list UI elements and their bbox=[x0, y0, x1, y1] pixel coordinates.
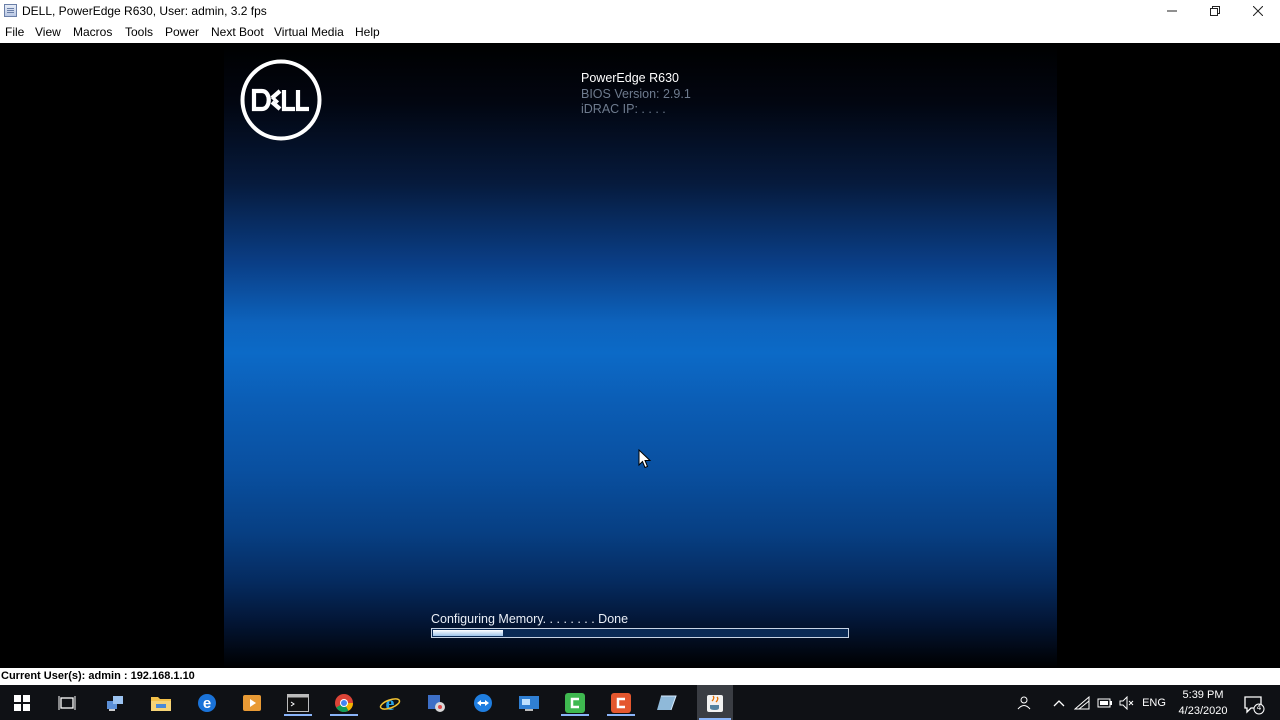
title-bar: DELL, PowerEdge R630, User: admin, 3.2 f… bbox=[0, 0, 1280, 22]
internet-explorer-app[interactable]: e bbox=[374, 690, 406, 716]
chrome-app[interactable] bbox=[328, 690, 360, 716]
svg-text:e: e bbox=[386, 693, 395, 713]
wifi-tray-button[interactable] bbox=[1073, 694, 1091, 712]
teamviewer-app[interactable] bbox=[467, 690, 499, 716]
camtasia-app[interactable] bbox=[559, 690, 591, 716]
network-tool-app[interactable] bbox=[420, 690, 452, 716]
java-app-icon bbox=[4, 4, 17, 17]
command-prompt-app[interactable] bbox=[282, 690, 314, 716]
action-center-button[interactable]: 4 bbox=[1243, 693, 1265, 715]
command-prompt-icon bbox=[287, 694, 309, 712]
wifi-icon bbox=[1074, 696, 1090, 710]
taskbar: e e ENG 5:39 PM 4/23/2020 4 bbox=[0, 685, 1280, 720]
remote-desktop-app[interactable] bbox=[513, 690, 545, 716]
battery-icon bbox=[1097, 698, 1112, 708]
server-model: PowerEdge R630 bbox=[581, 71, 679, 85]
start-icon bbox=[14, 695, 30, 711]
taskbar-clock[interactable]: 5:39 PM 4/23/2020 bbox=[1168, 687, 1238, 719]
notification-count: 4 bbox=[1256, 703, 1262, 712]
menu-virtual-media[interactable]: Virtual Media bbox=[274, 25, 344, 39]
remote-console[interactable]: PowerEdge R630 BIOS Version: 2.9.1 iDRAC… bbox=[0, 43, 1280, 668]
file-explorer-app[interactable] bbox=[145, 690, 177, 716]
task-view-button[interactable] bbox=[51, 690, 83, 716]
network-tool-icon bbox=[428, 695, 445, 712]
battery-tray-button[interactable] bbox=[1096, 694, 1114, 712]
people-tray-button[interactable] bbox=[1016, 694, 1034, 712]
remote-desktop-icon bbox=[519, 696, 539, 711]
chevron-up-icon bbox=[1053, 700, 1065, 707]
edge-app[interactable]: e bbox=[191, 690, 223, 716]
close-button[interactable] bbox=[1236, 0, 1280, 22]
language-indicator[interactable]: ENG bbox=[1142, 694, 1166, 712]
recorder-icon bbox=[611, 693, 631, 713]
restore-icon bbox=[1210, 6, 1220, 16]
media-player-app[interactable] bbox=[236, 690, 268, 716]
task-view-icon bbox=[58, 696, 76, 710]
volume-tray-button[interactable] bbox=[1118, 694, 1136, 712]
current-users-status: Current User(s): admin : 192.168.1.10 bbox=[1, 670, 195, 682]
menu-next-boot[interactable]: Next Boot bbox=[211, 25, 264, 39]
menu-help[interactable]: Help bbox=[355, 25, 380, 39]
minimize-button[interactable] bbox=[1150, 0, 1194, 22]
status-bar: Current User(s): admin : 192.168.1.10 bbox=[0, 668, 1280, 685]
bios-version: BIOS Version: 2.9.1 bbox=[581, 87, 691, 101]
chrome-icon bbox=[335, 694, 353, 713]
show-hidden-icons-button[interactable] bbox=[1050, 694, 1068, 712]
restore-button[interactable] bbox=[1193, 0, 1237, 22]
clock-date: 4/23/2020 bbox=[1178, 705, 1228, 717]
edge-icon: e bbox=[198, 694, 216, 712]
media-player-icon bbox=[243, 695, 261, 711]
menu-file[interactable]: File bbox=[5, 25, 24, 39]
idrac-ip: iDRAC IP: . . . . bbox=[581, 102, 666, 116]
mouse-cursor-icon bbox=[638, 449, 652, 469]
boot-progress-bar bbox=[431, 628, 849, 638]
menu-bar: File View Macros Tools Power Next Boot V… bbox=[0, 22, 1280, 44]
volume-muted-icon bbox=[1119, 696, 1134, 710]
notepad-icon bbox=[657, 695, 677, 711]
java-icon bbox=[707, 694, 723, 712]
camtasia-icon bbox=[565, 693, 585, 713]
menu-macros[interactable]: Macros bbox=[73, 25, 112, 39]
notepad-app[interactable] bbox=[651, 690, 683, 716]
dell-logo bbox=[240, 59, 322, 141]
boot-progress-fill bbox=[433, 630, 503, 636]
svg-text:e: e bbox=[203, 695, 211, 712]
network-manager-app[interactable] bbox=[99, 690, 131, 716]
start-button[interactable] bbox=[6, 690, 38, 716]
recorder-app[interactable] bbox=[605, 690, 637, 716]
java-viewer-app[interactable] bbox=[697, 685, 733, 720]
clock-time: 5:39 PM bbox=[1182, 689, 1224, 701]
progress-label: Configuring Memory. . . . . . . . Done bbox=[431, 612, 629, 626]
window-title: DELL, PowerEdge R630, User: admin, 3.2 f… bbox=[22, 4, 267, 18]
menu-view[interactable]: View bbox=[35, 25, 61, 39]
minimize-icon bbox=[1167, 10, 1177, 12]
bios-screen[interactable]: PowerEdge R630 BIOS Version: 2.9.1 iDRAC… bbox=[224, 43, 1057, 668]
internet-explorer-icon: e bbox=[379, 693, 401, 713]
menu-power[interactable]: Power bbox=[165, 25, 199, 39]
menu-tools[interactable]: Tools bbox=[125, 25, 153, 39]
network-manager-icon bbox=[107, 696, 123, 711]
file-explorer-icon bbox=[151, 697, 171, 711]
teamviewer-icon bbox=[474, 694, 492, 712]
close-icon bbox=[1253, 6, 1263, 16]
people-icon bbox=[1017, 696, 1031, 710]
